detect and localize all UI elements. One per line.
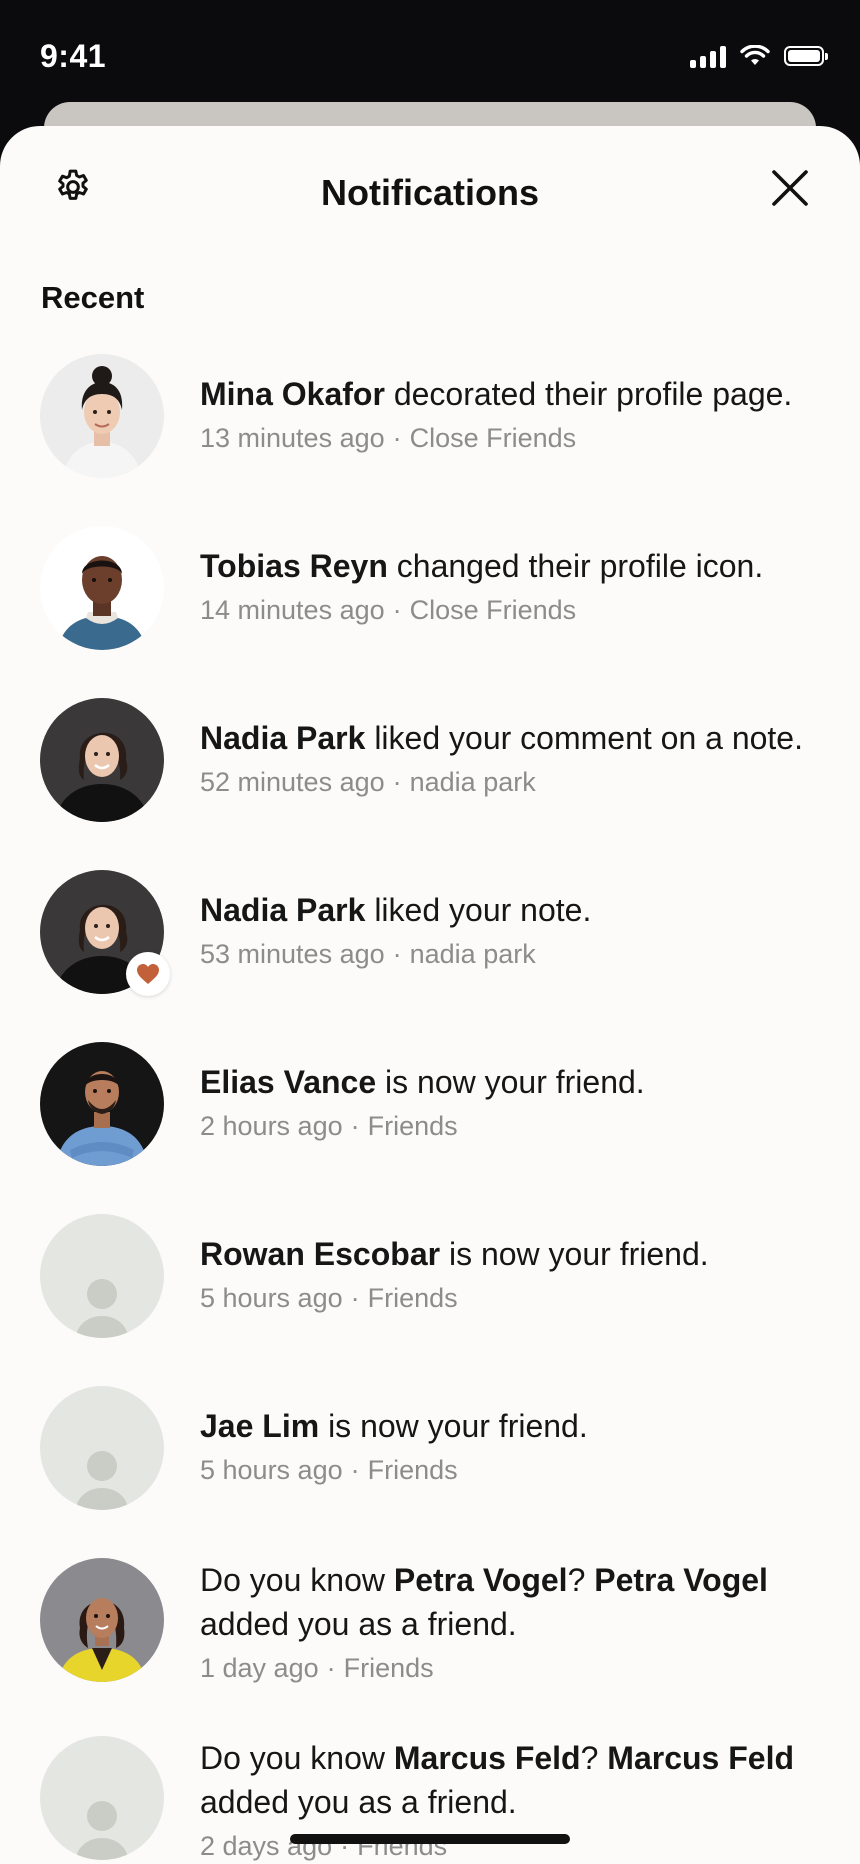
- context-label: Friends: [367, 1283, 458, 1313]
- avatar[interactable]: [40, 698, 164, 822]
- notification-text-line2: added you as a friend.: [200, 1606, 517, 1642]
- avatar[interactable]: [40, 1558, 164, 1682]
- page-title: Notifications: [320, 172, 539, 213]
- notification-meta: 2 hours ago · Friends: [200, 1111, 458, 1141]
- notification-text-line2: added you as a friend.: [200, 1784, 517, 1820]
- user-name[interactable]: Marcus Feld: [607, 1740, 794, 1776]
- notification-item[interactable]: Nadia Park liked your note. 53 minutes a…: [0, 870, 860, 996]
- notifications-sheet: Notifications Recent Mina Okafor decorat…: [0, 126, 860, 1864]
- notification-text: Nadia Park liked your note.: [200, 892, 592, 928]
- notification-text: Nadia Park liked your comment on a note.: [200, 720, 803, 756]
- user-name[interactable]: Jae Lim: [200, 1408, 319, 1444]
- notification-meta: 1 day ago · Friends: [200, 1653, 434, 1683]
- wifi-icon: [740, 45, 770, 65]
- timestamp: 5 hours ago: [200, 1455, 343, 1485]
- notification-content: Mina Okafor decorated their profile page…: [200, 354, 830, 458]
- close-icon: [772, 170, 808, 206]
- context-label: nadia park: [409, 767, 536, 797]
- heart-icon: [137, 964, 159, 984]
- notification-text: Tobias Reyn changed their profile icon.: [200, 548, 764, 584]
- timestamp: 14 minutes ago: [200, 595, 385, 625]
- context-label: Friends: [367, 1111, 458, 1141]
- user-name[interactable]: Mina Okafor: [200, 376, 385, 412]
- notification-content: Tobias Reyn changed their profile icon. …: [200, 526, 830, 630]
- notification-meta: 5 hours ago · Friends: [200, 1455, 458, 1485]
- notification-item[interactable]: Jae Lim is now your friend. 5 hours ago ·…: [0, 1386, 860, 1510]
- notification-item[interactable]: Elias Vance is now your friend. 2 hours …: [0, 1042, 860, 1166]
- notification-text: Jae Lim is now your friend.: [200, 1408, 588, 1444]
- timestamp: 2 hours ago: [200, 1111, 343, 1141]
- avatar[interactable]: [40, 1042, 164, 1166]
- context-label: Friends: [343, 1653, 434, 1683]
- notification-content: Nadia Park liked your note. 53 minutes a…: [200, 870, 830, 974]
- notification-item[interactable]: Mina Okafor decorated their profile page…: [0, 354, 860, 478]
- notification-text: Elias Vance is now your friend.: [200, 1064, 645, 1100]
- avatar[interactable]: [40, 526, 164, 650]
- context-label: Close Friends: [409, 423, 577, 453]
- notification-item[interactable]: Nadia Park liked your comment on a note.…: [0, 698, 860, 822]
- user-name[interactable]: Marcus Feld: [394, 1740, 581, 1776]
- avatar[interactable]: [40, 870, 170, 996]
- notification-text: Do you know Marcus Feld? Marcus Feld: [200, 1740, 794, 1776]
- home-indicator[interactable]: [290, 1834, 570, 1844]
- notification-meta: 52 minutes ago · nadia park: [200, 767, 536, 797]
- notification-text: Mina Okafor decorated their profile page…: [200, 376, 793, 412]
- status-icons: [690, 44, 828, 68]
- notification-content: Nadia Park liked your comment on a note.…: [200, 698, 830, 802]
- notification-meta: 5 hours ago · Friends: [200, 1283, 458, 1313]
- notification-meta: 2 days ago · Friends: [200, 1831, 448, 1861]
- user-name[interactable]: Elias Vance: [200, 1064, 376, 1100]
- avatar[interactable]: [40, 1736, 164, 1860]
- context-label: nadia park: [409, 939, 536, 969]
- timestamp: 53 minutes ago: [200, 939, 385, 969]
- timestamp: 52 minutes ago: [200, 767, 385, 797]
- header: Notifications: [0, 126, 860, 256]
- avatar[interactable]: [40, 1386, 164, 1510]
- notification-content: Do you know Petra Vogel? Petra Vogel add…: [200, 1558, 830, 1688]
- status-time: 9:41: [40, 38, 107, 74]
- user-name[interactable]: Petra Vogel: [594, 1562, 768, 1598]
- user-name[interactable]: Petra Vogel: [394, 1562, 568, 1598]
- like-badge: [126, 952, 170, 996]
- user-name[interactable]: Nadia Park: [200, 720, 365, 756]
- notification-content: Jae Lim is now your friend. 5 hours ago ·…: [200, 1386, 830, 1490]
- signal-icon: [690, 44, 726, 68]
- default-avatar-icon: [40, 1386, 164, 1510]
- default-avatar-icon: [40, 1214, 164, 1338]
- notification-meta: 14 minutes ago · Close Friends: [200, 595, 577, 625]
- notification-text: Do you know Petra Vogel? Petra Vogel: [200, 1562, 768, 1598]
- notification-meta: 53 minutes ago · nadia park: [200, 939, 536, 969]
- user-name[interactable]: Nadia Park: [200, 892, 365, 928]
- context-label: Friends: [367, 1455, 458, 1485]
- timestamp: 5 hours ago: [200, 1283, 343, 1313]
- notification-content: Rowan Escobar is now your friend. 5 hour…: [200, 1214, 830, 1318]
- notification-content: Do you know Marcus Feld? Marcus Feld add…: [200, 1736, 830, 1864]
- user-name[interactable]: Tobias Reyn: [200, 548, 388, 584]
- section-title-recent: Recent: [41, 280, 145, 315]
- friend-request-item[interactable]: Do you know Marcus Feld? Marcus Feld add…: [0, 1736, 860, 1864]
- avatar[interactable]: [40, 354, 164, 478]
- user-name[interactable]: Rowan Escobar: [200, 1236, 440, 1272]
- close-button[interactable]: [768, 166, 812, 210]
- notification-item[interactable]: Rowan Escobar is now your friend. 5 hour…: [0, 1214, 860, 1338]
- friend-request-item[interactable]: Do you know Petra Vogel? Petra Vogel add…: [0, 1558, 860, 1688]
- timestamp: 1 day ago: [200, 1653, 319, 1683]
- battery-icon: [784, 46, 828, 66]
- notification-content: Elias Vance is now your friend. 2 hours …: [200, 1042, 830, 1146]
- notification-text: Rowan Escobar is now your friend.: [200, 1236, 709, 1272]
- context-label: Close Friends: [409, 595, 577, 625]
- default-avatar-icon: [40, 1736, 164, 1860]
- notification-item[interactable]: Tobias Reyn changed their profile icon. …: [0, 526, 860, 650]
- avatar[interactable]: [40, 1214, 164, 1338]
- notification-meta: 13 minutes ago · Close Friends: [200, 423, 577, 453]
- timestamp: 13 minutes ago: [200, 423, 385, 453]
